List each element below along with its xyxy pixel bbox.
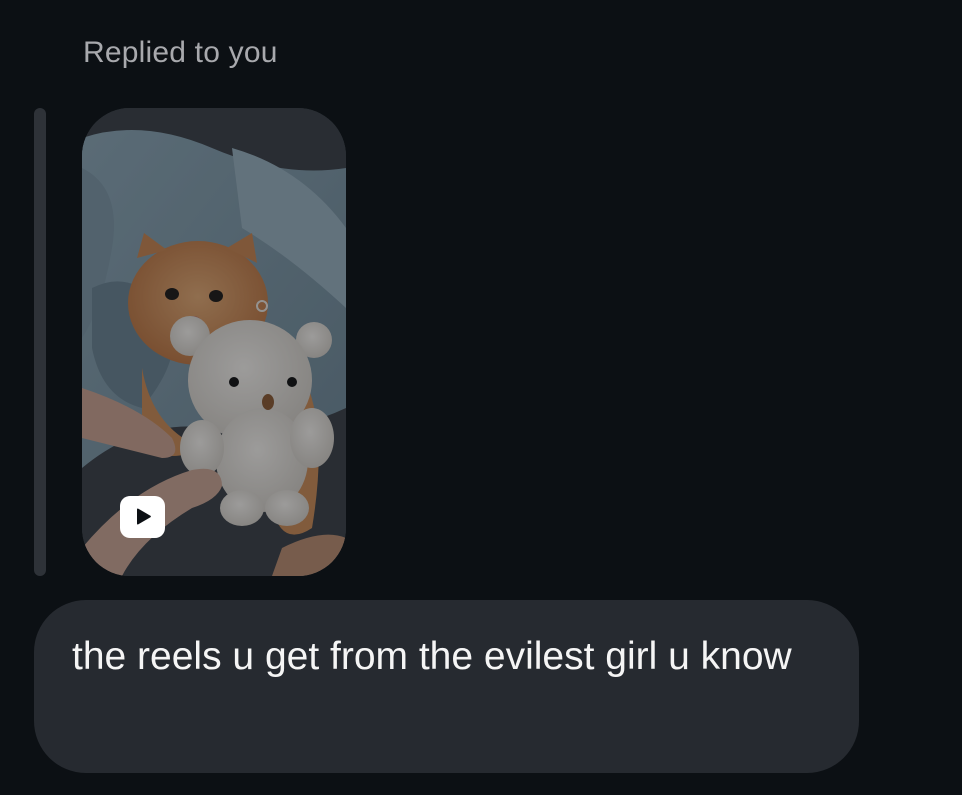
reply-quote-bar — [34, 108, 46, 576]
message-text: the reels u get from the evilest girl u … — [72, 635, 792, 678]
reel-play-icon — [120, 496, 165, 538]
play-icon — [137, 508, 151, 525]
message-bubble[interactable]: the reels u get from the evilest girl u … — [34, 600, 859, 773]
replied-reel-thumbnail[interactable] — [82, 108, 346, 576]
dm-thread: Replied to you the reels u get from the … — [0, 0, 962, 795]
replied-to-you-label: Replied to you — [83, 36, 278, 69]
